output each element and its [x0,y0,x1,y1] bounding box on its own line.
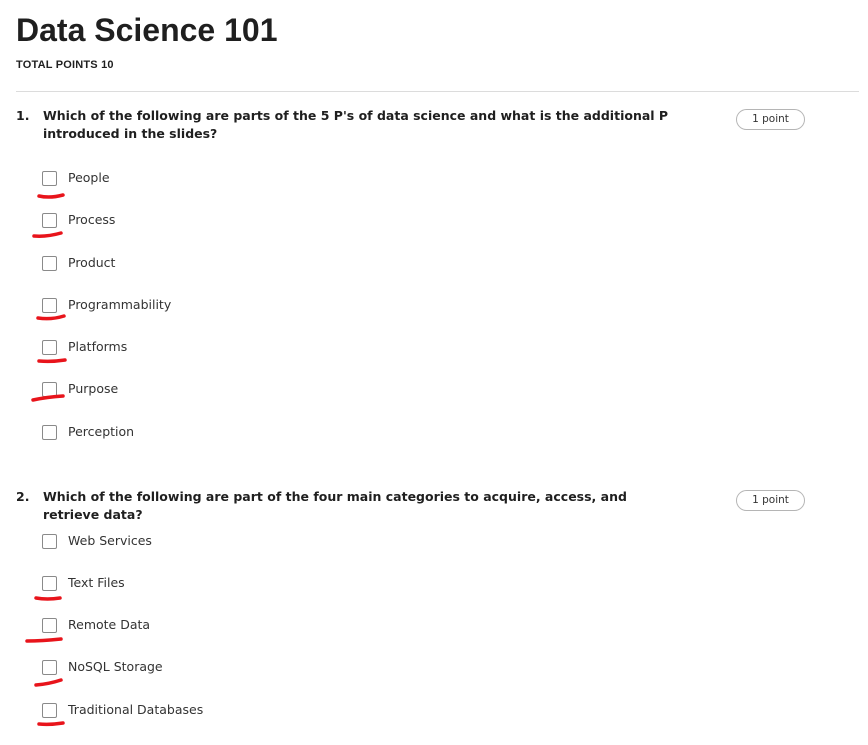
checkbox[interactable] [42,171,57,186]
option-product[interactable]: Product [30,255,330,286]
option-traditional-databases[interactable]: Traditional Databases [30,702,330,733]
checkbox[interactable] [42,660,57,675]
checkbox[interactable] [42,703,57,718]
option-label: Product [68,255,116,270]
option-perception[interactable]: Perception [30,424,330,455]
option-label: Text Files [68,575,125,590]
checkbox[interactable] [42,534,57,549]
option-process[interactable]: Process [30,212,330,243]
checkbox[interactable] [42,298,57,313]
question-number: 1. [16,108,30,123]
total-points: TOTAL POINTS 10 [16,59,114,71]
option-nosql-storage[interactable]: NoSQL Storage [30,659,330,690]
option-label: Programmability [68,297,172,312]
page-title: Data Science 101 [16,12,278,48]
checkbox[interactable] [42,213,57,228]
option-label: People [68,170,110,185]
checkbox[interactable] [42,382,57,397]
question-number: 2. [16,489,30,504]
option-web-services[interactable]: Web Services [30,533,330,564]
header-divider [16,91,859,92]
checkbox[interactable] [42,576,57,591]
option-label: Purpose [68,381,119,396]
checkbox[interactable] [42,425,57,440]
option-people[interactable]: People [30,170,330,201]
option-platforms[interactable]: Platforms [30,339,330,370]
option-text-files[interactable]: Text Files [30,575,330,606]
checkbox[interactable] [42,618,57,633]
option-label: Platforms [68,339,128,354]
option-remote-data[interactable]: Remote Data [30,617,330,648]
option-programmability[interactable]: Programmability [30,297,330,328]
points-badge: 1 point [736,109,805,130]
option-purpose[interactable]: Purpose [30,381,330,412]
option-label: Process [68,212,116,227]
question-text: Which of the following are part of the f… [43,489,627,522]
points-badge: 1 point [736,490,805,511]
option-label: NoSQL Storage [68,659,163,674]
option-label: Traditional Databases [68,702,204,717]
option-label: Web Services [68,533,152,548]
option-label: Remote Data [68,617,151,632]
checkbox[interactable] [42,340,57,355]
checkbox[interactable] [42,256,57,271]
option-label: Perception [68,424,135,439]
question-text: Which of the following are parts of the … [43,108,669,141]
